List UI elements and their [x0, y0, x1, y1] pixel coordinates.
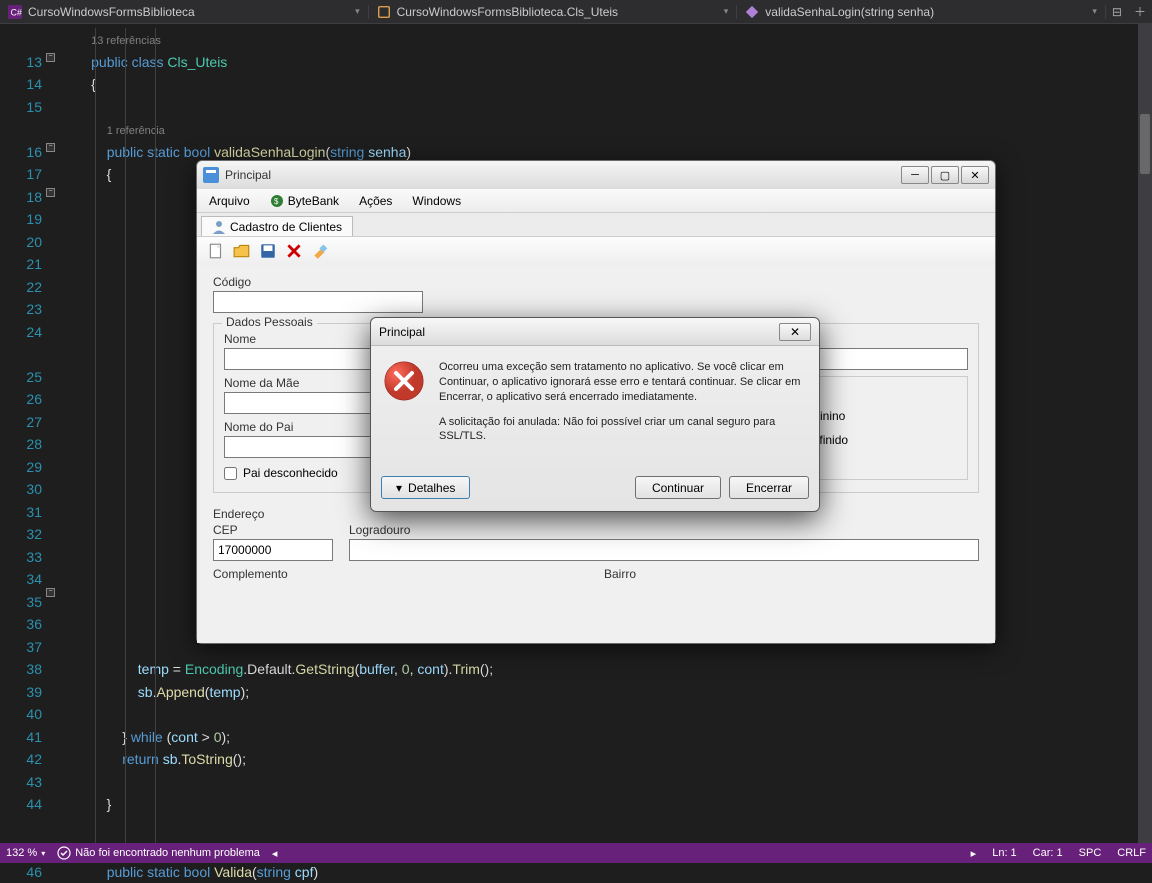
context-navigator: C# CursoWindowsFormsBiblioteca ▾ CursoWi…	[0, 0, 1152, 24]
menu-bar: Arquivo $ ByteBank Ações Windows	[197, 189, 995, 213]
vertical-scrollbar[interactable]	[1138, 24, 1152, 843]
nav-project-dropdown[interactable]: C# CursoWindowsFormsBiblioteca ▾	[0, 5, 369, 19]
exception-dialog: Principal ✕ Ocorreu uma exceção sem trat…	[370, 317, 820, 512]
continuar-button[interactable]: Continuar	[635, 476, 721, 499]
bank-icon: $	[270, 194, 284, 208]
nav-next[interactable]: ▸	[971, 847, 977, 860]
chevron-down-icon: ▾	[396, 481, 402, 495]
class-icon	[377, 5, 391, 19]
nav-prev[interactable]: ◂	[272, 847, 278, 860]
open-icon[interactable]	[233, 242, 251, 260]
nav-method-dropdown[interactable]: validaSenhaLogin(string senha) ▾	[737, 5, 1106, 19]
detalhes-button[interactable]: ▾ Detalhes	[381, 476, 470, 499]
line-gutter: 131415 161718 192021 222324 252627 28293…	[0, 24, 60, 843]
nav-project-label: CursoWindowsFormsBiblioteca	[28, 5, 195, 19]
error-text: Ocorreu uma exceção sem tratamento no ap…	[439, 360, 807, 454]
check-circle-icon	[57, 846, 71, 860]
nav-class-dropdown[interactable]: CursoWindowsFormsBiblioteca.Cls_Uteis ▾	[369, 5, 738, 19]
app-icon	[203, 167, 219, 183]
save-icon[interactable]	[259, 242, 277, 260]
fold-toggle[interactable]: −	[46, 53, 55, 62]
method-icon	[745, 5, 759, 19]
cep-input[interactable]	[213, 539, 333, 561]
fold-toggle[interactable]: −	[46, 143, 55, 152]
toolbar	[197, 237, 995, 265]
svg-text:$: $	[274, 197, 279, 206]
cep-label: CEP	[213, 523, 333, 537]
codelens-references[interactable]: 1 referência	[107, 125, 165, 137]
svg-text:C#: C#	[11, 7, 22, 17]
menu-arquivo[interactable]: Arquivo	[201, 192, 258, 210]
encerrar-button[interactable]: Encerrar	[729, 476, 809, 499]
complemento-label: Complemento	[213, 567, 588, 581]
split-split-icon[interactable]: ⊟	[1106, 5, 1128, 19]
dialog-close-button[interactable]: ✕	[779, 323, 811, 341]
error-icon	[383, 360, 425, 402]
tab-strip: Cadastro de Clientes	[197, 213, 995, 237]
delete-icon[interactable]	[285, 242, 303, 260]
logradouro-label: Logradouro	[349, 523, 979, 537]
logradouro-input[interactable]	[349, 539, 979, 561]
issues-indicator[interactable]: Não foi encontrado nenhum problema	[57, 846, 260, 860]
window-title: Principal	[225, 168, 271, 182]
chevron-down-icon: ▾	[724, 6, 729, 17]
window-titlebar[interactable]: Principal ─ ▢ ✕	[197, 161, 995, 189]
codigo-input[interactable]	[213, 291, 423, 313]
tab-cadastro-clientes[interactable]: Cadastro de Clientes	[201, 216, 353, 236]
status-col[interactable]: Car: 1	[1033, 847, 1063, 860]
dialog-title: Principal	[379, 325, 425, 339]
bairro-label: Bairro	[604, 567, 979, 581]
nav-class-label: CursoWindowsFormsBiblioteca.Cls_Uteis	[397, 5, 618, 19]
codigo-label: Código	[213, 275, 979, 289]
menu-bytebank[interactable]: $ ByteBank	[262, 192, 347, 210]
chevron-down-icon: ▾	[1092, 6, 1097, 17]
menu-acoes[interactable]: Ações	[351, 192, 400, 210]
chevron-down-icon: ▾	[41, 849, 45, 858]
fold-toggle[interactable]: −	[46, 188, 55, 197]
dialog-titlebar[interactable]: Principal ✕	[371, 318, 819, 346]
fold-toggle[interactable]: −	[46, 588, 55, 597]
new-icon[interactable]	[207, 242, 225, 260]
nav-method-label: validaSenhaLogin(string senha)	[765, 5, 934, 19]
zoom-level[interactable]: 132 % ▾	[6, 847, 45, 859]
maximize-button[interactable]: ▢	[931, 166, 959, 184]
status-bar: 132 % ▾ Não foi encontrado nenhum proble…	[0, 843, 1152, 863]
minimize-button[interactable]: ─	[901, 166, 929, 184]
scrollbar-thumb[interactable]	[1140, 114, 1150, 174]
clear-icon[interactable]	[311, 242, 329, 260]
close-button[interactable]: ✕	[961, 166, 989, 184]
status-spc[interactable]: SPC	[1079, 847, 1102, 860]
group-endereco: Endereço CEP Logradouro Complemento Bair…	[213, 503, 979, 587]
plus-icon[interactable]: ＋	[1128, 3, 1152, 20]
menu-windows[interactable]: Windows	[404, 192, 469, 210]
status-crlf[interactable]: CRLF	[1117, 847, 1146, 860]
status-line[interactable]: Ln: 1	[992, 847, 1016, 860]
csharp-icon: C#	[8, 5, 22, 19]
user-icon	[212, 220, 226, 234]
chevron-down-icon: ▾	[355, 6, 360, 17]
